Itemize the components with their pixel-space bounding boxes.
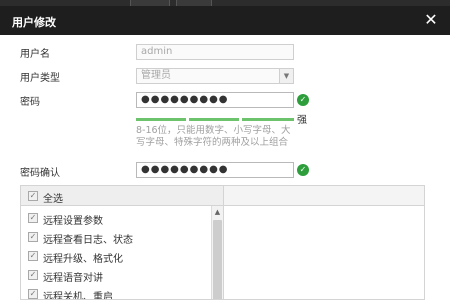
- permissions-header: ✓ 全选: [21, 186, 223, 206]
- user-type-label: 用户类型: [20, 73, 60, 84]
- permission-item-label: 远程语音对讲: [43, 273, 103, 284]
- dialog-titlebar: 用户修改 ✕: [0, 6, 450, 35]
- password-label: 密码: [20, 97, 40, 108]
- dialog-title: 用户修改: [12, 16, 56, 29]
- permission-item-label: 远程升级、格式化: [43, 254, 123, 265]
- username-label: 用户名: [20, 49, 50, 60]
- username-field[interactable]: admin: [136, 44, 294, 60]
- permissions-panel: ✓ 全选 ✓ 远程设置参数 ✓ 远程查看日志、状态 ✓ 远程升级、格式化 ✓ 远…: [20, 185, 425, 300]
- permission-item-label: 远程查看日志、状态: [43, 235, 133, 246]
- permission-item-label: 远程关机、重启: [43, 292, 113, 300]
- panel-divider: [223, 186, 224, 299]
- confirm-password-label: 密码确认: [20, 168, 60, 179]
- permission-checkbox[interactable]: ✓: [28, 251, 38, 261]
- permission-item-label: 远程设置参数: [43, 216, 103, 227]
- strength-segment: [189, 118, 239, 121]
- select-all-checkbox[interactable]: ✓: [28, 191, 38, 201]
- confirm-password-field[interactable]: ●●●●●●●●●: [136, 162, 294, 178]
- password-field[interactable]: ●●●●●●●●●: [136, 92, 294, 108]
- permission-checkbox[interactable]: ✓: [28, 289, 38, 299]
- permissions-header-right: [224, 186, 424, 206]
- password-hint: 8-16位，只能用数字、小写字母、大写字母、特殊字符的两种及以上组合: [136, 125, 291, 148]
- permission-checkbox[interactable]: ✓: [28, 270, 38, 280]
- check-circle-icon: ✓: [297, 164, 309, 176]
- user-edit-form: 用户名 admin 用户类型 管理员 ▼ 密码 ●●●●●●●●● ✓ 强 8-…: [0, 35, 450, 300]
- chevron-down-icon[interactable]: ▼: [279, 69, 293, 83]
- close-icon[interactable]: ✕: [422, 11, 440, 29]
- permission-checkbox[interactable]: ✓: [28, 232, 38, 242]
- password-strength-label: 强: [297, 115, 307, 126]
- scroll-up-arrow-icon[interactable]: ▲: [212, 206, 223, 218]
- strength-segment: [136, 118, 186, 121]
- user-type-value: 管理员: [141, 70, 171, 81]
- permissions-scrollbar[interactable]: ▲: [211, 206, 223, 299]
- check-circle-icon: ✓: [297, 94, 309, 106]
- permission-checkbox[interactable]: ✓: [28, 213, 38, 223]
- user-type-select[interactable]: 管理员 ▼: [136, 68, 294, 84]
- strength-segment: [242, 118, 294, 121]
- select-all-label: 全选: [43, 194, 63, 205]
- scrollbar-thumb[interactable]: [213, 220, 222, 299]
